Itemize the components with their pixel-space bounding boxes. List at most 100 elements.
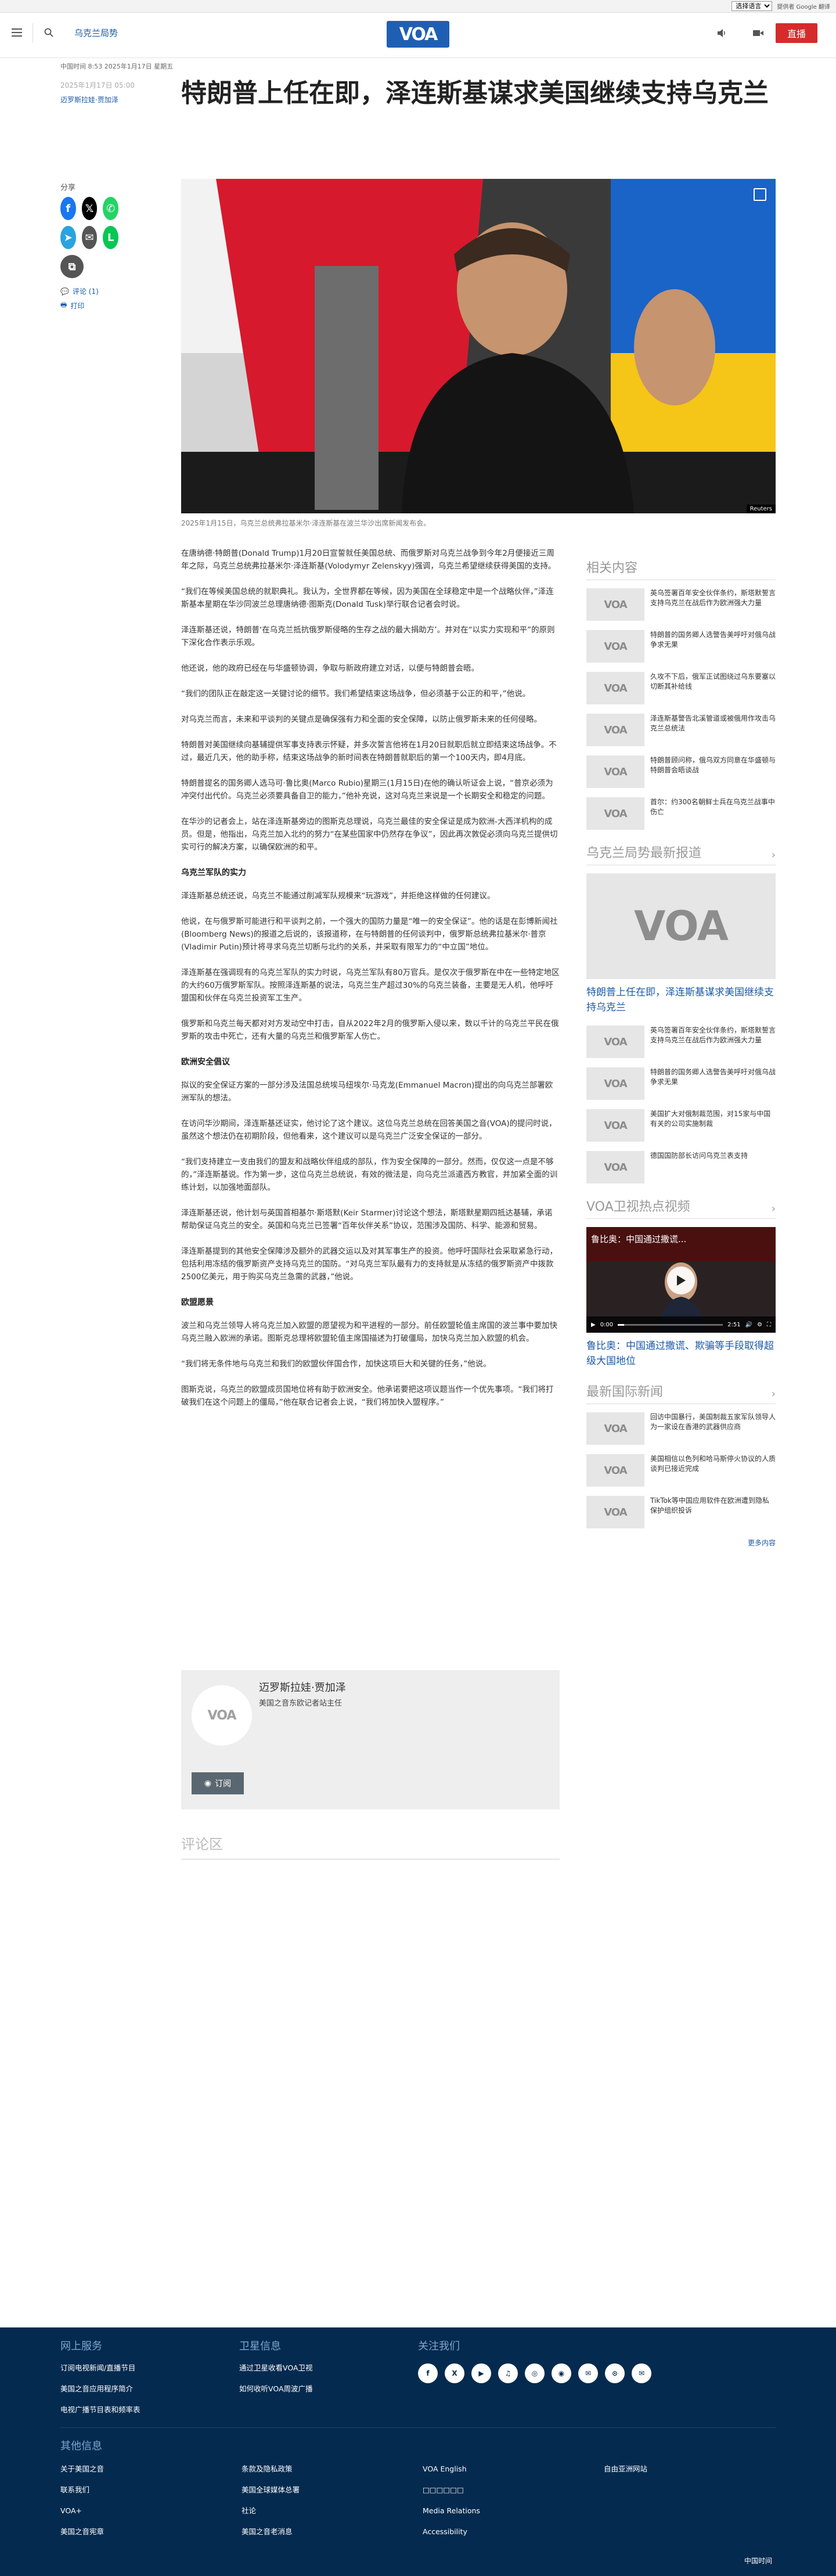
thumbnail[interactable]: VOA [586,1412,644,1445]
video-player[interactable]: 鲁比奥：中国通过撒谎... ▶ 0:00 2:51 🔊 ⚙ ⛶ [586,1227,776,1333]
social-icon[interactable]: ✉ [578,2363,598,2383]
play-icon[interactable] [667,1267,695,1294]
list-item-title[interactable]: 德国国防部长访问乌克兰表支持 [650,1151,748,1183]
thumbnail[interactable]: VOA [586,1454,644,1487]
social-icon[interactable]: ✉ [632,2363,651,2383]
thumbnail[interactable]: VOA [586,714,644,746]
thumbnail[interactable]: VOA [586,797,644,830]
footer-link[interactable]: 美国之音宪章 [60,2521,104,2542]
language-select[interactable]: 选择语言 [732,1,773,11]
line-icon[interactable]: L [103,226,119,249]
settings-icon[interactable]: ⚙ [757,1322,762,1328]
section-link[interactable]: 乌克兰局势 [74,27,118,39]
copy-link-icon[interactable]: ⧉ [60,255,84,278]
footer-link[interactable]: 关于美国之音 [60,2459,104,2480]
thumbnail[interactable]: VOA [586,588,644,621]
video-caption[interactable]: 鲁比奥：中国通过撒谎、欺骗等手段取得超级大国地位 [586,1339,776,1369]
play-small-icon[interactable]: ▶ [591,1322,596,1328]
list-item-title[interactable]: 美国相信以色列和哈马斯停火协议的人质谈判已接近完成 [650,1454,776,1487]
footer-link[interactable]: 如何收听VOA周波广播 [239,2379,313,2399]
video-progress[interactable] [618,1323,723,1326]
expand-icon[interactable] [754,188,766,201]
footer-link[interactable]: 条款及隐私政策 [242,2459,300,2480]
social-icon[interactable]: ◉ [552,2363,571,2383]
list-item-title[interactable]: 英乌签署百年安全伙伴条约，斯塔默誓言支持乌克兰在战后作为欧洲强大力量 [650,1026,776,1058]
list-item-title[interactable]: 回访中国暴行，美国制裁五家军队领导人为一家设在香港的武器供应商 [650,1412,776,1445]
footer-link[interactable]: Accessibility [423,2521,480,2542]
list-item-title[interactable]: 首尔：约300名朝鲜士兵在乌克兰战事中伤亡 [650,797,776,830]
voa-logo[interactable]: VOA [387,21,449,48]
ukraine-heading[interactable]: 乌克兰局势最新报道 › [586,843,776,865]
fullscreen-icon[interactable]: ⛶ [767,1322,771,1328]
list-item-title[interactable]: 特朗普顾问称，俄乌双方同意在华盛顿与特朗普会晤谈战 [650,755,776,788]
footer-link[interactable]: 社论 [242,2501,300,2521]
x-icon[interactable]: 𝕏 [81,197,98,220]
subscribe-button[interactable]: ◉ 订阅 [192,1772,244,1794]
footer-link[interactable]: 自由亚洲网站 [604,2459,647,2480]
intl-heading[interactable]: 最新国际新闻 › [586,1381,776,1404]
volume-icon[interactable]: 🔊 [745,1322,752,1328]
footer-link[interactable]: 联系我们 [60,2480,104,2501]
featured-thumbnail[interactable]: VOA [586,873,776,979]
list-item-title[interactable]: 久攻不下后，俄军正试图绕过乌东要塞以切断其补给线 [650,672,776,704]
list-item[interactable]: VOA 英乌签署百年安全伙伴条约，斯塔默誓言支持乌克兰在战后作为欧洲强大力量 [586,1026,776,1058]
live-button[interactable]: 直播 [776,23,817,43]
footer-link[interactable]: 通过卫星收看VOA卫视 [239,2358,313,2379]
whatsapp-icon[interactable]: ✆ [103,197,119,220]
social-icon[interactable]: f [418,2363,438,2383]
social-icon[interactable]: ⊙ [605,2363,625,2383]
video-icon[interactable] [752,28,764,38]
print-link[interactable]: 🖶 打印 [60,300,118,312]
list-item[interactable]: VOA 特朗普顾问称，俄乌双方同意在华盛顿与特朗普会晤谈战 [586,755,776,788]
thumbnail[interactable]: VOA [586,1151,644,1183]
facebook-icon[interactable]: f [60,197,76,220]
audio-icon[interactable] [716,28,727,38]
list-item[interactable]: VOA 美国相信以色列和哈马斯停火协议的人质谈判已接近完成 [586,1454,776,1487]
footer-link[interactable]: 电视广播节目表和频率表 [60,2399,140,2420]
footer-link[interactable]: 美国全球媒体总署 [242,2480,300,2501]
social-icon[interactable]: ♫ [498,2363,518,2383]
menu-icon[interactable] [12,28,22,37]
footer-link[interactable]: □□□□□□ [423,2480,480,2501]
list-item-title[interactable]: 美国扩大对俄制裁范围，对15家与中国有关的公司实施制裁 [650,1109,776,1142]
list-item[interactable]: VOA 回访中国暴行，美国制裁五家军队领导人为一家设在香港的武器供应商 [586,1412,776,1445]
social-icon[interactable]: ◎ [525,2363,545,2383]
thumbnail[interactable]: VOA [586,1496,644,1528]
list-item[interactable]: VOA 特朗普的国务卿人选警告美呼吁对俄乌战争求无果 [586,1067,776,1100]
list-item[interactable]: VOA 首尔：约300名朝鲜士兵在乌克兰战事中伤亡 [586,797,776,830]
list-item-title[interactable]: 英乌签署百年安全伙伴条约，斯塔默誓言支持乌克兰在战后作为欧洲强大力量 [650,588,776,621]
author-link[interactable]: 迈罗斯拉娃·贾加泽 [60,96,118,104]
list-item[interactable]: VOA 美国扩大对俄制裁范围，对15家与中国有关的公司实施制裁 [586,1109,776,1142]
thumbnail[interactable]: VOA [586,1026,644,1058]
video-heading[interactable]: VOA卫视热点视频 › [586,1196,776,1219]
list-item[interactable]: VOA 特朗普的国务卿人选警告美呼吁对俄乌战争求无果 [586,630,776,663]
thumbnail[interactable]: VOA [586,1109,644,1142]
thumbnail[interactable]: VOA [586,1067,644,1100]
more-link[interactable]: 更多内容 [586,1538,776,1548]
thumbnail[interactable]: VOA [586,630,644,663]
thumbnail[interactable]: VOA [586,755,644,788]
list-item-title[interactable]: TikTok等中国应用软件在欧洲遭到隐私保护组织投诉 [650,1496,776,1528]
list-item[interactable]: VOA 英乌签署百年安全伙伴条约，斯塔默誓言支持乌克兰在战后作为欧洲强大力量 [586,588,776,621]
featured-title[interactable]: 特朗普上任在即，泽连斯基谋求美国继续支持乌克兰 [586,985,776,1015]
list-item-title[interactable]: 特朗普的国务卿人选警告美呼吁对俄乌战争求无果 [650,1067,776,1100]
footer-link[interactable]: 美国之音老消息 [242,2521,300,2542]
list-item[interactable]: VOA 德国国防部长访问乌克兰表支持 [586,1151,776,1183]
list-item[interactable]: VOA TikTok等中国应用软件在欧洲遭到隐私保护组织投诉 [586,1496,776,1528]
author-name[interactable]: 迈罗斯拉娃·贾加泽 [259,1679,346,1694]
telegram-icon[interactable]: ➤ [60,226,76,249]
search-icon[interactable] [44,28,53,37]
comments-link[interactable]: 💬 评论 (1) [60,286,118,296]
social-icon[interactable]: X [445,2363,464,2383]
social-icon[interactable]: ▶ [471,2363,491,2383]
footer-link[interactable]: VOA English [423,2459,480,2480]
list-item[interactable]: VOA 久攻不下后，俄军正试图绕过乌东要塞以切断其补给线 [586,672,776,704]
email-icon[interactable]: ✉ [81,226,98,249]
footer-link[interactable]: 美国之音应用程序简介 [60,2379,140,2399]
footer-link[interactable]: VOA+ [60,2501,104,2521]
thumbnail[interactable]: VOA [586,672,644,704]
list-item-title[interactable]: 特朗普的国务卿人选警告美呼吁对俄乌战争求无果 [650,630,776,663]
footer-link[interactable]: 订阅电视新闻/直播节目 [60,2358,140,2379]
list-item-title[interactable]: 泽连斯基警告北溪管道或被俄用作攻击乌克兰总统法 [650,714,776,746]
list-item[interactable]: VOA 泽连斯基警告北溪管道或被俄用作攻击乌克兰总统法 [586,714,776,746]
